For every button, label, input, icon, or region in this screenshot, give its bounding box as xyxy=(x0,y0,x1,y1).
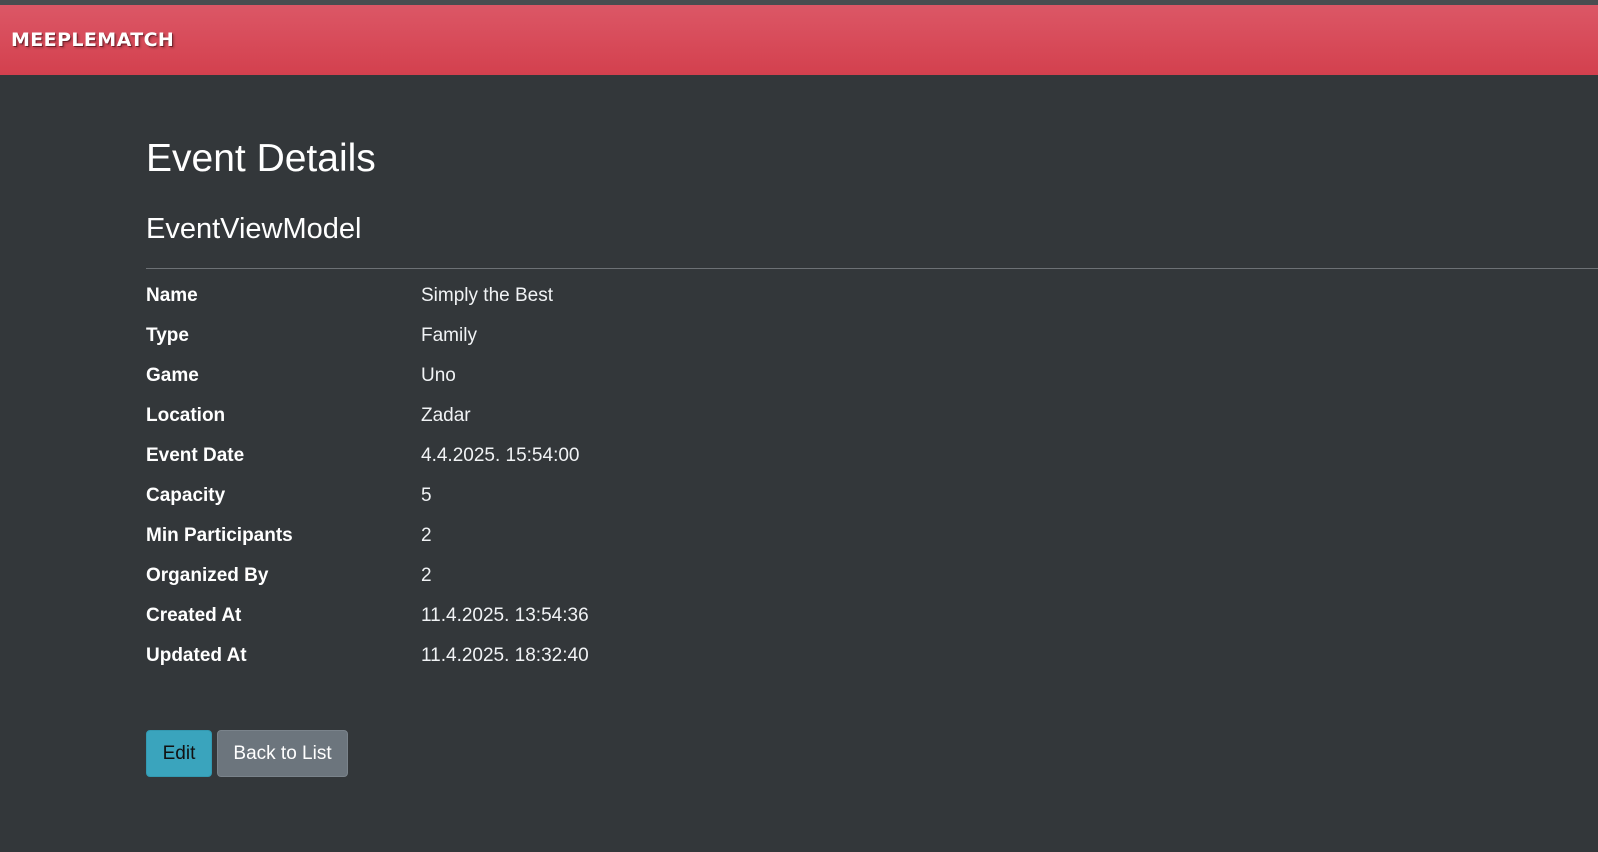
detail-value: 2 xyxy=(421,565,432,586)
detail-value: Simply the Best xyxy=(421,285,553,306)
detail-row-created-at: Created At 11.4.2025. 13:54:36 xyxy=(146,605,946,645)
back-to-list-button[interactable]: Back to List xyxy=(217,730,348,777)
detail-value: 11.4.2025. 13:54:36 xyxy=(421,605,589,626)
brand-logo[interactable]: MEEPLEMATCH xyxy=(11,29,174,51)
detail-row-updated-at: Updated At 11.4.2025. 18:32:40 xyxy=(146,645,946,685)
detail-label: Capacity xyxy=(146,485,226,506)
detail-value: 5 xyxy=(421,485,432,506)
detail-value: 2 xyxy=(421,525,432,546)
navbar: MEEPLEMATCH xyxy=(0,5,1598,75)
detail-value: Uno xyxy=(421,365,456,386)
detail-row-name: Name Simply the Best xyxy=(146,285,946,325)
detail-value: Zadar xyxy=(421,405,471,426)
detail-label: Organized By xyxy=(146,565,269,586)
detail-row-capacity: Capacity 5 xyxy=(146,485,946,525)
detail-label: Updated At xyxy=(146,645,247,666)
page-title: Event Details xyxy=(146,137,376,180)
detail-label: Location xyxy=(146,405,226,426)
detail-row-game: Game Uno xyxy=(146,365,946,405)
detail-value: 11.4.2025. 18:32:40 xyxy=(421,645,589,666)
detail-row-type: Type Family xyxy=(146,325,946,365)
detail-label: Min Participants xyxy=(146,525,293,546)
divider xyxy=(146,268,1598,269)
detail-value: Family xyxy=(421,325,477,346)
action-buttons: Edit Back to List xyxy=(146,730,348,777)
details-list: Name Simply the Best Type Family Game Un… xyxy=(146,285,946,685)
detail-row-event-date: Event Date 4.4.2025. 15:54:00 xyxy=(146,445,946,485)
edit-button[interactable]: Edit xyxy=(146,730,212,777)
detail-label: Game xyxy=(146,365,199,386)
page-subtitle: EventViewModel xyxy=(146,213,362,245)
detail-label: Type xyxy=(146,325,189,346)
detail-label: Name xyxy=(146,285,198,306)
detail-row-min-participants: Min Participants 2 xyxy=(146,525,946,565)
detail-row-organized-by: Organized By 2 xyxy=(146,565,946,605)
detail-label: Event Date xyxy=(146,445,245,466)
detail-value: 4.4.2025. 15:54:00 xyxy=(421,445,580,466)
detail-label: Created At xyxy=(146,605,242,626)
detail-row-location: Location Zadar xyxy=(146,405,946,445)
